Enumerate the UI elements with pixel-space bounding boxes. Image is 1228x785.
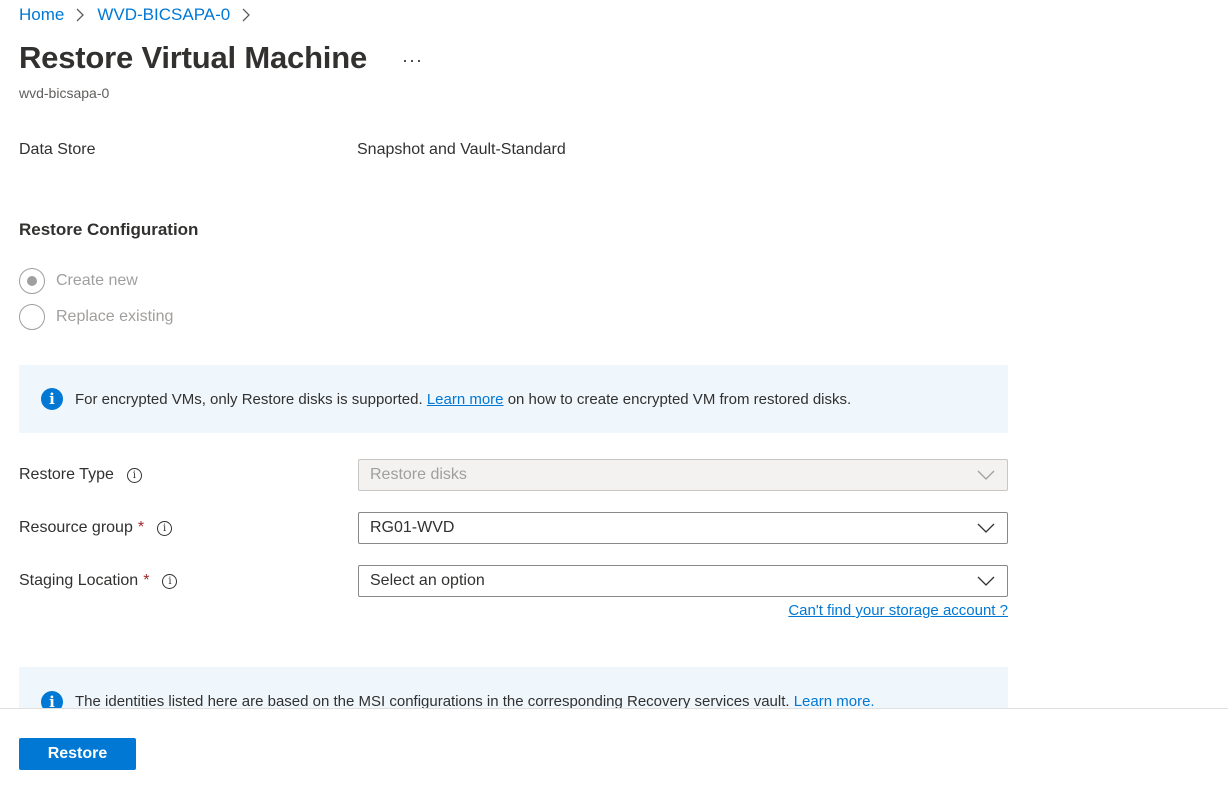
restore-type-value: Restore disks bbox=[370, 466, 467, 483]
restore-type-label: Restore Type i bbox=[19, 466, 142, 484]
resource-group-label: Resource group * i bbox=[19, 519, 173, 537]
resource-group-label-text: Resource group bbox=[19, 519, 133, 536]
radio-label-replace-existing: Replace existing bbox=[56, 308, 174, 325]
encryption-info-bar: i For encrypted VMs, only Restore disks … bbox=[19, 365, 1008, 433]
info-text-after: on how to create encrypted VM from resto… bbox=[503, 390, 852, 408]
required-asterisk: * bbox=[143, 572, 150, 589]
radio-button[interactable] bbox=[19, 304, 45, 330]
required-asterisk: * bbox=[137, 519, 145, 536]
chevron-down-icon bbox=[977, 576, 995, 586]
restore-type-label-text: Restore Type bbox=[19, 466, 114, 483]
staging-location-label-text: Staging Location bbox=[19, 572, 139, 589]
breadcrumb: Home WVD-BICSAPA-0 bbox=[19, 5, 263, 25]
info-tooltip-icon[interactable]: i bbox=[157, 520, 173, 536]
data-store-value: Snapshot and Vault-Standard bbox=[357, 141, 566, 158]
radio-label-create-new: Create new bbox=[56, 272, 138, 289]
restore-button[interactable]: Restore bbox=[19, 738, 136, 770]
footer-bar: Restore bbox=[0, 708, 1228, 785]
resource-group-value: RG01-WVD bbox=[370, 519, 455, 536]
radio-button-checked[interactable] bbox=[19, 268, 45, 294]
info-tooltip-icon[interactable]: i bbox=[162, 573, 178, 589]
breadcrumb-home-link[interactable]: Home bbox=[19, 5, 64, 25]
info-text: For encrypted VMs, only Restore disks is… bbox=[75, 391, 851, 408]
radio-replace-existing[interactable]: Replace existing bbox=[19, 304, 173, 330]
learn-more-link[interactable]: Learn more bbox=[427, 391, 504, 408]
chevron-down-icon bbox=[977, 523, 995, 533]
info-tooltip-icon[interactable]: i bbox=[126, 467, 142, 483]
info-text-before: For encrypted VMs, only Restore disks is… bbox=[75, 390, 427, 408]
cant-find-storage-account-link[interactable]: Can't find your storage account ? bbox=[788, 602, 1008, 619]
staging-location-value: Select an option bbox=[370, 572, 485, 589]
chevron-right-icon bbox=[75, 8, 85, 22]
chevron-right-icon bbox=[241, 8, 251, 22]
staging-location-label: Staging Location * i bbox=[19, 572, 178, 590]
resource-group-dropdown[interactable]: RG01-WVD bbox=[358, 512, 1008, 544]
chevron-down-icon bbox=[977, 470, 995, 480]
page-subtitle: wvd-bicsapa-0 bbox=[19, 85, 110, 101]
staging-location-dropdown[interactable]: Select an option bbox=[358, 565, 1008, 597]
page-title: Restore Virtual Machine bbox=[19, 40, 367, 75]
data-store-label: Data Store bbox=[19, 141, 96, 158]
more-options-button[interactable]: ··· bbox=[402, 50, 423, 71]
info-icon: i bbox=[41, 388, 63, 410]
restore-configuration-heading: Restore Configuration bbox=[19, 220, 199, 239]
radio-create-new[interactable]: Create new bbox=[19, 268, 138, 294]
restore-type-dropdown: Restore disks bbox=[358, 459, 1008, 491]
breadcrumb-parent-link[interactable]: WVD-BICSAPA-0 bbox=[97, 5, 230, 25]
